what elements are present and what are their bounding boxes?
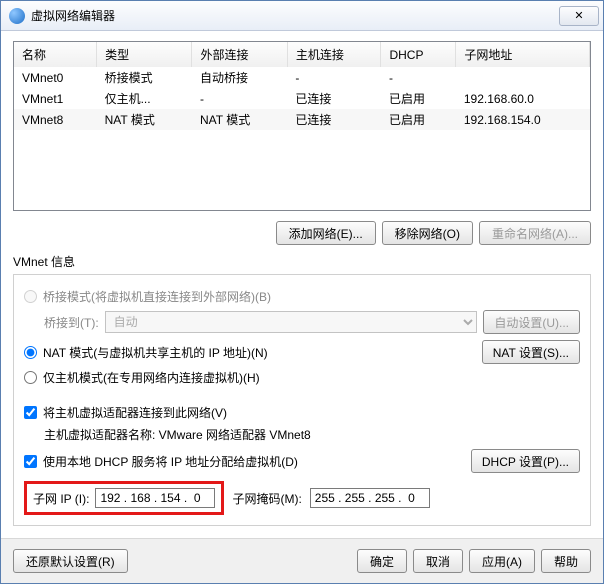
nat-mode-radio[interactable] [24,346,37,359]
nat-settings-button[interactable]: NAT 设置(S)... [482,340,580,364]
help-button[interactable]: 帮助 [541,549,591,573]
auto-settings-button: 自动设置(U)... [483,310,580,334]
subnet-mask-label: 子网掩码(M): [232,490,301,507]
bridge-to-label: 桥接到(T): [44,314,99,331]
apply-button[interactable]: 应用(A) [469,549,535,573]
titlebar: 虚拟网络编辑器 ✕ [1,1,603,31]
hostonly-mode-label: 仅主机模式(在专用网络内连接虚拟机)(H) [43,369,260,386]
col-host[interactable]: 主机连接 [287,42,381,67]
bridge-mode-label: 桥接模式(将虚拟机直接连接到外部网络)(B) [43,288,271,305]
col-type[interactable]: 类型 [97,42,192,67]
hostonly-mode-radio[interactable] [24,371,37,384]
remove-network-button[interactable]: 移除网络(O) [382,221,473,245]
col-name[interactable]: 名称 [14,42,97,67]
host-adapter-checkbox[interactable] [24,406,37,419]
subnet-mask-input[interactable] [310,488,430,508]
col-subnet[interactable]: 子网地址 [456,42,590,67]
dhcp-label: 使用本地 DHCP 服务将 IP 地址分配给虚拟机(D) [43,453,298,470]
rename-network-button: 重命名网络(A)... [479,221,591,245]
col-dhcp[interactable]: DHCP [381,42,456,67]
vmnet-info-title: VMnet 信息 [13,253,591,270]
table-row[interactable]: VMnet8 NAT 模式 NAT 模式 已连接 已启用 192.168.154… [14,109,590,130]
bridge-mode-radio [24,290,37,303]
table-row[interactable]: VMnet1 仅主机... - 已连接 已启用 192.168.60.0 [14,88,590,109]
dhcp-settings-button[interactable]: DHCP 设置(P)... [471,449,580,473]
dialog-footer: 还原默认设置(R) 确定 取消 应用(A) 帮助 [1,538,603,583]
subnet-ip-highlight: 子网 IP (I): [24,481,224,515]
nat-mode-label: NAT 模式(与虚拟机共享主机的 IP 地址)(N) [43,344,268,361]
dhcp-checkbox[interactable] [24,455,37,468]
ok-button[interactable]: 确定 [357,549,407,573]
vnet-editor-window: 虚拟网络编辑器 ✕ 名称 类型 外部连接 主机连接 DHCP 子网地址 [0,0,604,584]
close-button[interactable]: ✕ [559,6,599,26]
restore-defaults-button[interactable]: 还原默认设置(R) [13,549,128,573]
subnet-ip-label: 子网 IP (I): [33,490,89,507]
window-title: 虚拟网络编辑器 [31,7,115,24]
bridge-to-select: 自动 [105,311,478,333]
cancel-button[interactable]: 取消 [413,549,463,573]
col-ext[interactable]: 外部连接 [192,42,287,67]
network-table[interactable]: 名称 类型 外部连接 主机连接 DHCP 子网地址 VMnet0 桥接模式 自动… [13,41,591,211]
vmnet-info-group: 桥接模式(将虚拟机直接连接到外部网络)(B) 桥接到(T): 自动 自动设置(U… [13,274,591,526]
table-row[interactable]: VMnet0 桥接模式 自动桥接 - - [14,67,590,88]
host-adapter-name: 主机虚拟适配器名称: VMware 网络适配器 VMnet8 [44,426,580,443]
subnet-ip-input[interactable] [95,488,215,508]
host-adapter-label: 将主机虚拟适配器连接到此网络(V) [43,404,227,421]
app-icon [9,8,25,24]
add-network-button[interactable]: 添加网络(E)... [276,221,376,245]
